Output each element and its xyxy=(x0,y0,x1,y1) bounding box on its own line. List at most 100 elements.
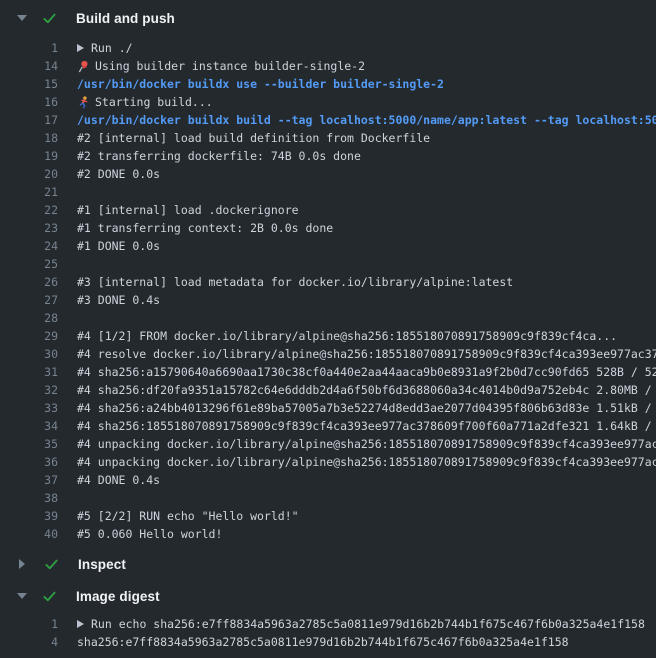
log-text-content: #4 DONE 0.4s xyxy=(77,471,160,489)
log-text: #2 transferring dockerfile: 74B 0.0s don… xyxy=(77,147,361,165)
line-number-link[interactable]: 19 xyxy=(0,147,58,165)
log-text: #4 sha256:df20fa9351a15782c64e6dddb2d4a6… xyxy=(77,381,656,399)
log-text: /usr/bin/docker buildx use --builder bui… xyxy=(77,75,444,93)
line-number-link[interactable]: 31 xyxy=(0,363,58,381)
log-line: 40 #5 0.060 Hello world! xyxy=(0,525,656,543)
log-line: 1 Run ./ xyxy=(0,39,656,57)
line-number-link[interactable]: 14 xyxy=(0,57,58,75)
line-number-link[interactable]: 40 xyxy=(0,525,58,543)
log-text-content: #4 unpacking docker.io/library/alpine@sh… xyxy=(77,435,656,453)
line-number-link[interactable]: 1 xyxy=(0,39,58,57)
actions-log-viewer: Build and push1Run ./14Using builder ins… xyxy=(0,0,656,658)
log-text: #4 DONE 0.4s xyxy=(77,471,160,489)
line-number-link[interactable]: 33 xyxy=(0,399,58,417)
log-text: #1 [internal] load .dockerignore xyxy=(77,201,299,219)
log-text: Run ./ xyxy=(77,39,133,57)
section-header-image-digest[interactable]: Image digest xyxy=(0,584,656,608)
line-number-link[interactable]: 20 xyxy=(0,165,58,183)
line-number-link[interactable]: 26 xyxy=(0,273,58,291)
log-line: 38 xyxy=(0,489,656,507)
line-number-link[interactable]: 1 xyxy=(0,615,58,633)
section-title: Image digest xyxy=(76,589,160,604)
line-number-link[interactable]: 17 xyxy=(0,111,58,129)
log-line: 14 Using builder instance builder-single-… xyxy=(0,57,656,75)
log-text-content: /usr/bin/docker buildx use --builder bui… xyxy=(77,75,444,93)
log-text: Starting build... xyxy=(77,93,213,111)
caret-right-icon xyxy=(19,559,25,569)
log-text-content: #4 unpacking docker.io/library/alpine@sh… xyxy=(77,453,656,471)
line-number-link[interactable]: 39 xyxy=(0,507,58,525)
section-header-build-and-push[interactable]: Build and push xyxy=(0,6,656,30)
caret-down-icon xyxy=(17,593,27,599)
log-text: #1 DONE 0.0s xyxy=(77,237,160,255)
log-line: 15/usr/bin/docker buildx use --builder b… xyxy=(0,75,656,93)
line-number-link[interactable]: 21 xyxy=(0,183,58,201)
line-number-link[interactable]: 23 xyxy=(0,219,58,237)
log-text-content: Using builder instance builder-single-2 xyxy=(95,57,365,75)
log-text-content: #3 DONE 0.4s xyxy=(77,291,160,309)
log-text-content: #3 [internal] load metadata for docker.i… xyxy=(77,273,513,291)
section-title: Build and push xyxy=(76,11,175,26)
log-line: 1 Run echo sha256:e7ff8834a5963a2785c5a08… xyxy=(0,615,656,633)
line-number-link[interactable]: 32 xyxy=(0,381,58,399)
log-text-content: #1 DONE 0.0s xyxy=(77,237,160,255)
log-line: 19 #2 transferring dockerfile: 74B 0.0s d… xyxy=(0,147,656,165)
log-line: 21 xyxy=(0,183,656,201)
log-line: 31 #4 sha256:a15790640a6690aa1730c38cf0a4… xyxy=(0,363,656,381)
log-text: #4 unpacking docker.io/library/alpine@sh… xyxy=(77,453,656,471)
log-text: #4 sha256:a15790640a6690aa1730c38cf0a440… xyxy=(77,363,656,381)
line-number-link[interactable]: 36 xyxy=(0,453,58,471)
line-number-link[interactable]: 34 xyxy=(0,417,58,435)
log-text-content: #1 transferring context: 2B 0.0s done xyxy=(77,219,333,237)
log-text-content: #4 sha256:185518070891758909c9f839cf4ca3… xyxy=(77,417,656,435)
log-text: #4 resolve docker.io/library/alpine@sha2… xyxy=(77,345,656,363)
log-line: 37 #4 DONE 0.4s xyxy=(0,471,656,489)
log-text-content: Run echo sha256:e7ff8834a5963a2785c5a081… xyxy=(91,615,645,633)
log-lines-image-digest: 1 Run echo sha256:e7ff8834a5963a2785c5a08… xyxy=(0,608,656,651)
log-text: #4 unpacking docker.io/library/alpine@sh… xyxy=(77,435,656,453)
line-number-link[interactable]: 27 xyxy=(0,291,58,309)
log-text: #5 0.060 Hello world! xyxy=(77,525,222,543)
line-number-link[interactable]: 22 xyxy=(0,201,58,219)
check-icon xyxy=(44,557,59,572)
log-line: 30 #4 resolve docker.io/library/alpine@sh… xyxy=(0,345,656,363)
line-number-link[interactable]: 29 xyxy=(0,327,58,345)
log-text-content: #1 [internal] load .dockerignore xyxy=(77,201,299,219)
log-line: 39 #5 [2/2] RUN echo "Hello world!" xyxy=(0,507,656,525)
section-header-inspect[interactable]: Inspect xyxy=(0,552,656,576)
log-line: 26 #3 [internal] load metadata for docker… xyxy=(0,273,656,291)
line-number-link[interactable]: 15 xyxy=(0,75,58,93)
section-title: Inspect xyxy=(78,557,126,572)
log-line: 17/usr/bin/docker buildx build --tag loc… xyxy=(0,111,656,129)
log-line: 32 #4 sha256:df20fa9351a15782c64e6dddb2d4… xyxy=(0,381,656,399)
line-number-link[interactable]: 16 xyxy=(0,93,58,111)
log-text-content: Starting build... xyxy=(95,93,213,111)
caret-down-icon xyxy=(17,15,27,21)
line-number-link[interactable]: 18 xyxy=(0,129,58,147)
line-number-link[interactable]: 35 xyxy=(0,435,58,453)
line-number-link[interactable]: 38 xyxy=(0,489,58,507)
line-number-link[interactable]: 37 xyxy=(0,471,58,489)
log-line: 22 #1 [internal] load .dockerignore xyxy=(0,201,656,219)
line-number-link[interactable]: 24 xyxy=(0,237,58,255)
log-text: sha256:e7ff8834a5963a2785c5a0811e979d16b… xyxy=(77,633,569,651)
log-text: #1 transferring context: 2B 0.0s done xyxy=(77,219,333,237)
log-text: #5 [2/2] RUN echo "Hello world!" xyxy=(77,507,299,525)
log-text-content: #4 [1/2] FROM docker.io/library/alpine@s… xyxy=(77,327,617,345)
line-number-link[interactable]: 30 xyxy=(0,345,58,363)
log-text-content: #4 sha256:df20fa9351a15782c64e6dddb2d4a6… xyxy=(77,381,656,399)
line-number-link[interactable]: 4 xyxy=(0,633,58,651)
check-icon xyxy=(42,589,57,604)
line-number-link[interactable]: 28 xyxy=(0,309,58,327)
log-text-content: sha256:e7ff8834a5963a2785c5a0811e979d16b… xyxy=(77,633,569,651)
log-line: 25 xyxy=(0,255,656,273)
log-line: 18#2 [internal] load build definition fr… xyxy=(0,129,656,147)
log-text-content: #5 0.060 Hello world! xyxy=(77,525,222,543)
log-text: Run echo sha256:e7ff8834a5963a2785c5a081… xyxy=(77,615,645,633)
log-line: 23 #1 transferring context: 2B 0.0s done xyxy=(0,219,656,237)
line-number-link[interactable]: 25 xyxy=(0,255,58,273)
log-text-content: #4 sha256:a24bb4013296f61e89ba57005a7b3e… xyxy=(77,399,656,417)
log-text: #4 sha256:185518070891758909c9f839cf4ca3… xyxy=(77,417,656,435)
log-text-content: #2 transferring dockerfile: 74B 0.0s don… xyxy=(77,147,361,165)
log-text-content: #4 sha256:a15790640a6690aa1730c38cf0a440… xyxy=(77,363,656,381)
